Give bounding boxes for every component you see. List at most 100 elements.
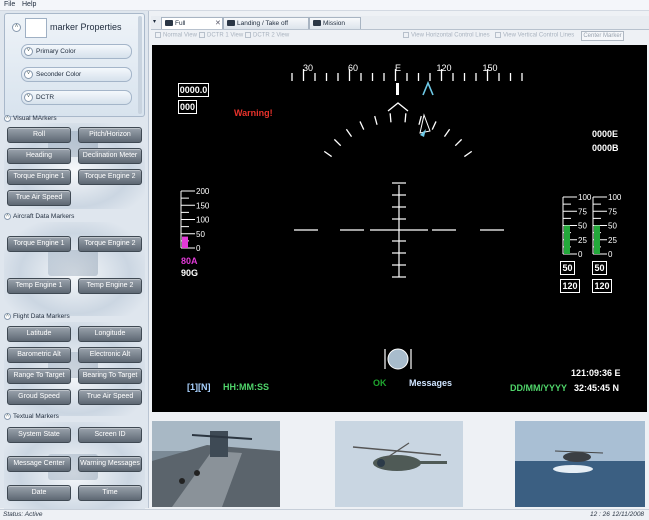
chevron-up-icon[interactable]: ˄ bbox=[12, 23, 21, 32]
aircraft-markers-header[interactable]: ˄ Aircraft Data Markers bbox=[4, 213, 74, 220]
checkbox-icon bbox=[245, 32, 251, 38]
checkbox-icon bbox=[403, 32, 409, 38]
checkbox-icon bbox=[155, 32, 161, 38]
dctr1-view-option[interactable]: DCTR 1 View bbox=[199, 32, 243, 39]
system-state-button[interactable]: System State bbox=[7, 427, 71, 443]
bearing-to-target-button[interactable]: Bearing To Target bbox=[78, 368, 142, 384]
close-icon[interactable]: ✕ bbox=[215, 18, 221, 29]
latitude-button[interactable]: Latitude bbox=[7, 326, 71, 342]
status-bar: Status: Active 12 : 26 12/11/2008 bbox=[0, 509, 649, 520]
heading-caret-icon bbox=[422, 80, 434, 96]
gauge-tick-label: 50 bbox=[578, 222, 587, 231]
pitch-horizon-button[interactable]: Pitch/Horizon bbox=[78, 127, 142, 143]
declination-meter-button[interactable]: Declination Meter bbox=[78, 148, 142, 164]
torque-engine-2-button[interactable]: Torque Engine 2 bbox=[78, 169, 142, 185]
dctr-row[interactable]: ˅ DCTR bbox=[21, 90, 132, 105]
tab-mission-label: Mission bbox=[323, 20, 346, 27]
right-gauge-1: 100 75 50 25 0 bbox=[562, 193, 592, 259]
flight-markers-header[interactable]: ˄ Flight Data Markers bbox=[4, 313, 70, 320]
hud-graphics: 30 60 E 120 150 200150100500 1007550250 … bbox=[180, 63, 622, 370]
gauge-tick-label: 100 bbox=[578, 193, 592, 202]
dctr2-view-option[interactable]: DCTR 2 View bbox=[245, 32, 289, 39]
gauge-tick-label: 25 bbox=[608, 236, 617, 245]
time-format-text: HH:MM:SS bbox=[223, 382, 269, 392]
range-to-target-button[interactable]: Range To Target bbox=[7, 368, 71, 384]
status-text: Status: Active bbox=[3, 511, 43, 518]
chevron-up-icon[interactable]: ˄ bbox=[4, 213, 11, 220]
chevron-up-icon[interactable]: ˄ bbox=[4, 313, 11, 320]
status-indicator-icon bbox=[384, 348, 412, 370]
electronic-alt-button[interactable]: Electronic Alt bbox=[78, 347, 142, 363]
message-center-button[interactable]: Message Center bbox=[7, 456, 71, 472]
screen-id-text: [1][N] bbox=[187, 382, 211, 392]
left-torque-gauge: 200 150 100 50 0 bbox=[180, 187, 210, 253]
torque-engine-2-data-button[interactable]: Torque Engine 2 bbox=[78, 236, 142, 252]
gauge-level-bar bbox=[182, 236, 188, 248]
roll-tick bbox=[323, 150, 333, 158]
barometric-alt-button[interactable]: Barometric Alt bbox=[7, 347, 71, 363]
gauge-level-bar bbox=[564, 225, 570, 254]
status-time: 12 : 26 bbox=[590, 511, 610, 518]
horizontal-lines-option[interactable]: View Horizontal Control Lines bbox=[403, 32, 490, 39]
roll-tick bbox=[389, 113, 392, 123]
speed-readout: 000 bbox=[178, 100, 197, 114]
chevron-down-icon[interactable]: ˅ bbox=[24, 93, 33, 102]
menu-help[interactable]: Help bbox=[22, 1, 36, 8]
display-icon bbox=[165, 20, 173, 27]
status-ok-text: OK bbox=[373, 378, 387, 388]
roll-arc bbox=[323, 102, 473, 158]
heading-button[interactable]: Heading bbox=[7, 148, 71, 164]
left-gauge-label-a: 80A bbox=[181, 256, 198, 266]
view-toolbar: Normal View DCTR 1 View DCTR 2 View View… bbox=[151, 31, 649, 43]
date-button[interactable]: Date bbox=[7, 485, 71, 501]
tab-full[interactable]: Full ✕ bbox=[161, 17, 223, 29]
heading-label: 150 bbox=[482, 63, 497, 73]
top-right-readout-1: 0000E bbox=[592, 129, 619, 139]
chevron-down-icon[interactable]: ˅ bbox=[24, 47, 33, 56]
chevron-up-icon[interactable]: ˄ bbox=[4, 413, 11, 420]
roll-index-icon bbox=[387, 102, 409, 112]
center-marker-button[interactable]: Center Marker bbox=[581, 31, 624, 41]
gauge-tick-label: 50 bbox=[608, 222, 617, 231]
chevron-down-icon[interactable]: ˅ bbox=[24, 70, 33, 79]
top-right-readout-2: 0000B bbox=[592, 143, 619, 153]
heading-label: 60 bbox=[348, 63, 358, 73]
gauge-tick-label: 25 bbox=[578, 236, 587, 245]
properties-scrollbar[interactable] bbox=[138, 16, 142, 114]
right-gauge-1-value: 50 bbox=[560, 261, 575, 275]
thumbnail-helicopter-sea[interactable] bbox=[515, 421, 645, 507]
visual-markers-title: Visual MArkers bbox=[13, 115, 57, 123]
tab-menu-arrow-icon[interactable]: ▾ bbox=[153, 18, 156, 25]
warning-messages-button[interactable]: Warning Messages bbox=[78, 456, 142, 472]
secondary-color-row[interactable]: ˅ Seconder Color bbox=[21, 67, 132, 82]
roll-button[interactable]: Roll bbox=[7, 127, 71, 143]
chevron-up-icon[interactable]: ˄ bbox=[4, 115, 11, 122]
menu-file[interactable]: File bbox=[4, 1, 15, 8]
vertical-lines-option[interactable]: View Vertical Control Lines bbox=[495, 32, 574, 39]
display-icon bbox=[313, 20, 321, 27]
tab-mission[interactable]: Mission bbox=[309, 17, 361, 29]
longitude-button[interactable]: Longitude bbox=[78, 326, 142, 342]
thumbnail-ship-deck[interactable] bbox=[152, 421, 280, 507]
screen-id-button[interactable]: Screen ID bbox=[78, 427, 142, 443]
primary-color-row[interactable]: ˅ Primary Color bbox=[21, 44, 132, 59]
temp-engine-2-button[interactable]: Temp Engine 2 bbox=[78, 278, 142, 294]
visual-markers-header[interactable]: ˄ Visual MArkers bbox=[4, 115, 57, 122]
display-icon bbox=[227, 20, 235, 27]
true-air-speed-button[interactable]: True Air Speed bbox=[7, 190, 71, 206]
gauge-tick-label: 0 bbox=[196, 244, 201, 253]
textual-markers-title: Textual Markers bbox=[13, 413, 59, 421]
thumbnail-helicopter-flight[interactable] bbox=[335, 421, 463, 507]
view-tabs: ▾ Full ✕ Landing / Take off Mission bbox=[151, 16, 649, 30]
true-air-speed-flight-button[interactable]: True Air Speed bbox=[78, 389, 142, 405]
textual-markers-header[interactable]: ˄ Textual Markers bbox=[4, 413, 59, 420]
torque-engine-1-button[interactable]: Torque Engine 1 bbox=[7, 169, 71, 185]
normal-view-option[interactable]: Normal View bbox=[155, 32, 197, 39]
right-gauge-1-value2: 120 bbox=[560, 279, 580, 293]
tab-landing-takeoff[interactable]: Landing / Take off bbox=[223, 17, 309, 29]
roll-tick bbox=[359, 121, 365, 130]
time-button[interactable]: Time bbox=[78, 485, 142, 501]
torque-engine-1-data-button[interactable]: Torque Engine 1 bbox=[7, 236, 71, 252]
ground-speed-button[interactable]: Groud Speed bbox=[7, 389, 71, 405]
temp-engine-1-button[interactable]: Temp Engine 1 bbox=[7, 278, 71, 294]
